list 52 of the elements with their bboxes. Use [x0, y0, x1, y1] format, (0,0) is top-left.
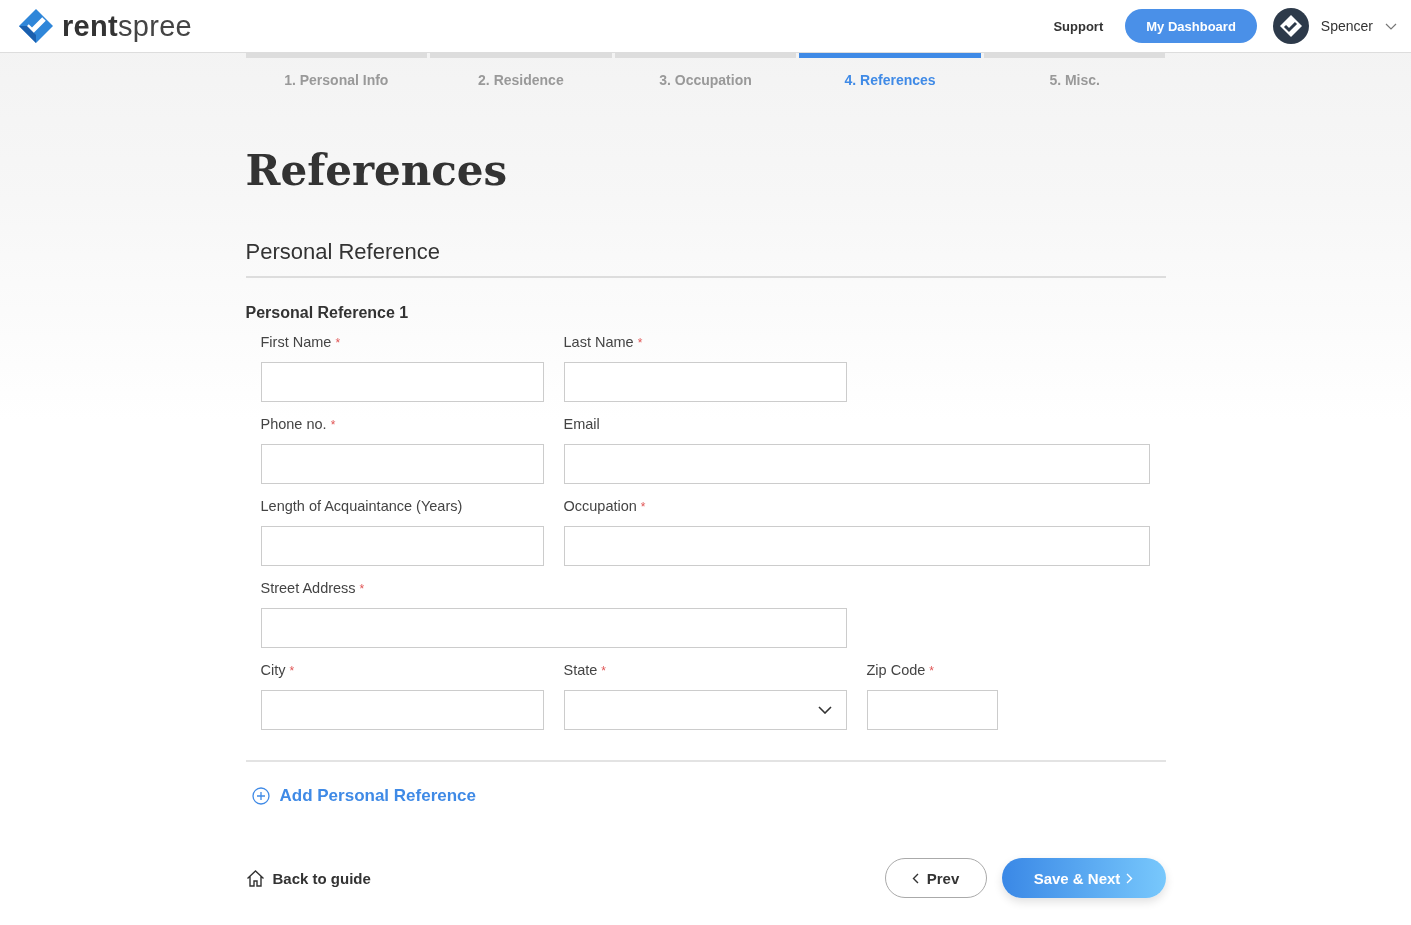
step-tab[interactable]: 2. Residence: [430, 53, 612, 98]
chevron-left-icon: [911, 872, 919, 884]
input-field[interactable]: [866, 690, 998, 730]
required-mark: *: [289, 664, 295, 678]
field-label: Last Name: [563, 334, 634, 350]
prev-button[interactable]: Prev: [884, 858, 987, 898]
chevron-down-icon: [1385, 22, 1397, 30]
input-field[interactable]: [563, 526, 1150, 566]
step-tab[interactable]: 4. References: [799, 53, 981, 98]
step-tab[interactable]: 3. Occupation: [614, 53, 797, 98]
plus-circle-icon: [251, 787, 270, 805]
chevron-down-icon: [817, 706, 832, 714]
user-menu[interactable]: Spencer: [1272, 8, 1397, 44]
subsection-heading: Personal Reference 1: [245, 304, 410, 322]
chevron-right-icon: [1126, 872, 1134, 884]
field-label: Occupation: [563, 498, 637, 514]
required-mark: *: [929, 664, 934, 678]
field-label: Phone no.: [260, 416, 327, 432]
page-title: References: [245, 146, 509, 195]
input-field[interactable]: [260, 690, 544, 730]
required-mark: *: [359, 582, 365, 596]
field-label: First Name: [260, 334, 332, 350]
field-label: Length of Acquaintance (Years): [260, 498, 463, 514]
required-mark: *: [330, 418, 336, 432]
input-field[interactable]: [563, 362, 847, 402]
state-dropdown[interactable]: [563, 690, 847, 730]
add-reference-link[interactable]: Add Personal Reference: [251, 786, 476, 806]
section-heading: Personal Reference: [245, 239, 1166, 278]
dashboard-button[interactable]: My Dashboard: [1125, 9, 1257, 43]
home-icon: [245, 869, 265, 887]
input-field[interactable]: [260, 608, 847, 648]
required-mark: *: [601, 664, 607, 678]
logo-icon: [18, 8, 54, 44]
step-tab[interactable]: 5. Misc.: [983, 53, 1166, 98]
field-label: State: [563, 662, 598, 678]
input-field[interactable]: [260, 362, 544, 402]
logo-text: rentspree: [62, 9, 193, 43]
support-link[interactable]: Support: [1053, 18, 1104, 34]
field-label: Email: [563, 416, 600, 432]
avatar-icon: [1272, 8, 1309, 44]
field-label: Street Address: [260, 580, 356, 596]
input-field[interactable]: [563, 444, 1150, 484]
save-next-button[interactable]: Save & Next: [1001, 858, 1166, 898]
required-mark: *: [335, 336, 341, 350]
field-label: Zip Code: [866, 662, 926, 678]
field-label: City: [260, 662, 286, 678]
required-mark: *: [637, 336, 643, 350]
input-field[interactable]: [260, 526, 544, 566]
step-tab[interactable]: 1. Personal Info: [245, 53, 428, 98]
required-mark: *: [640, 500, 646, 514]
back-link[interactable]: Back to guide: [245, 869, 371, 887]
input-field[interactable]: [260, 444, 544, 484]
